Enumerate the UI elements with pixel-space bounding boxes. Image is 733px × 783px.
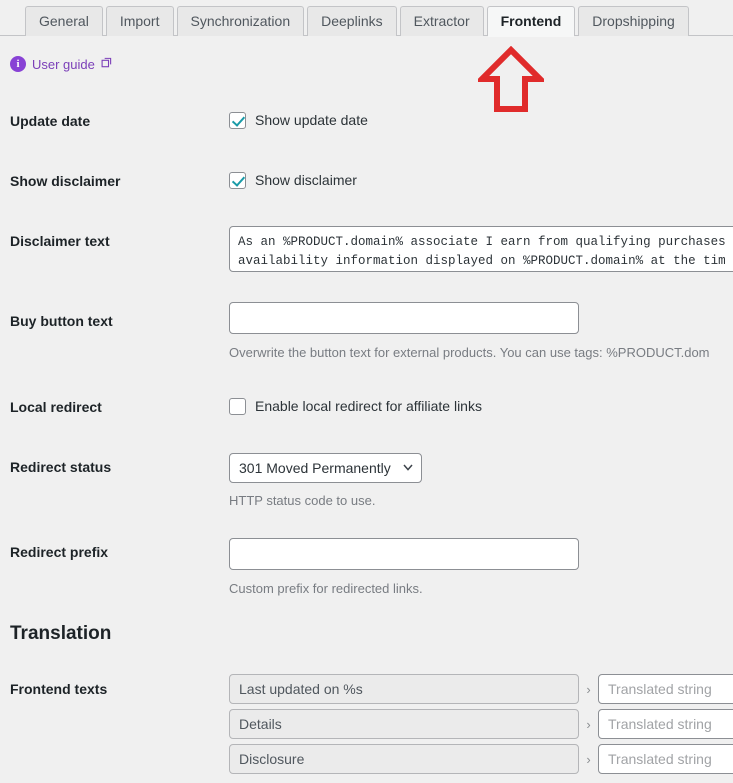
translation-input[interactable] [598,674,733,704]
translation-source: Disclosure [229,744,579,774]
checkbox-show-disclaimer[interactable]: Show disclaimer [229,172,357,189]
buy-button-text-helper: Overwrite the button text for external p… [229,345,710,360]
redirect-status-select[interactable]: 301 Moved Permanently [229,453,422,483]
tab-import[interactable]: Import [105,6,174,36]
label-redirect-status: Redirect status [10,459,112,475]
tab-deeplinks[interactable]: Deeplinks [307,6,397,36]
tab-extractor[interactable]: Extractor [399,6,484,36]
label-frontend-texts: Frontend texts [10,681,108,697]
redirect-prefix-input[interactable] [229,538,579,570]
checkbox-show-update-date[interactable]: Show update date [229,112,368,129]
chevron-right-separator-icon: › [586,716,591,732]
translation-row: Last updated on %s › [229,674,733,704]
label-disclaimer-text: Disclaimer text [10,233,110,249]
info-circle-icon: i [10,56,26,72]
checkbox-label: Enable local redirect for affiliate link… [255,398,482,414]
external-link-icon [101,57,112,67]
checkbox-label: Show disclaimer [255,172,357,188]
redirect-prefix-helper: Custom prefix for redirected links. [229,581,423,596]
translation-source: Last updated on %s [229,674,579,704]
tab-frontend[interactable]: Frontend [486,6,576,37]
chevron-right-separator-icon: › [586,751,591,767]
translation-input[interactable] [598,744,733,774]
red-up-arrow-annotation [478,46,544,112]
translation-source: Details [229,709,579,739]
checkbox-enable-local-redirect[interactable]: Enable local redirect for affiliate link… [229,398,482,415]
label-show-disclaimer: Show disclaimer [10,173,121,189]
label-local-redirect: Local redirect [10,399,102,415]
section-heading-translation: Translation [10,623,112,644]
checkbox-label: Show update date [255,112,368,128]
disclaimer-text-textarea[interactable]: As an %PRODUCT.domain% associate I earn … [229,226,733,272]
label-redirect-prefix: Redirect prefix [10,544,109,560]
redirect-status-helper: HTTP status code to use. [229,493,376,508]
user-guide-label: User guide [32,56,95,72]
translation-row: Disclosure › [229,744,733,774]
checkbox-box[interactable] [229,112,246,129]
translation-row: Details › [229,709,733,739]
label-update-date: Update date [10,113,91,129]
checkbox-box[interactable] [229,172,246,189]
tab-general[interactable]: General [25,6,103,36]
buy-button-text-input[interactable] [229,302,579,334]
settings-tab-bar: General Import Synchronization Deeplinks… [0,0,733,37]
chevron-right-separator-icon: › [586,681,591,697]
checkbox-box[interactable] [229,398,246,415]
settings-page: General Import Synchronization Deeplinks… [0,0,733,783]
translation-input[interactable] [598,709,733,739]
tab-dropshipping[interactable]: Dropshipping [578,6,689,36]
user-guide-link[interactable]: i User guide [10,56,112,72]
tab-synchronization[interactable]: Synchronization [176,6,305,36]
label-buy-button-text: Buy button text [10,313,113,329]
redirect-status-select-wrap: 301 Moved Permanently [229,453,422,483]
